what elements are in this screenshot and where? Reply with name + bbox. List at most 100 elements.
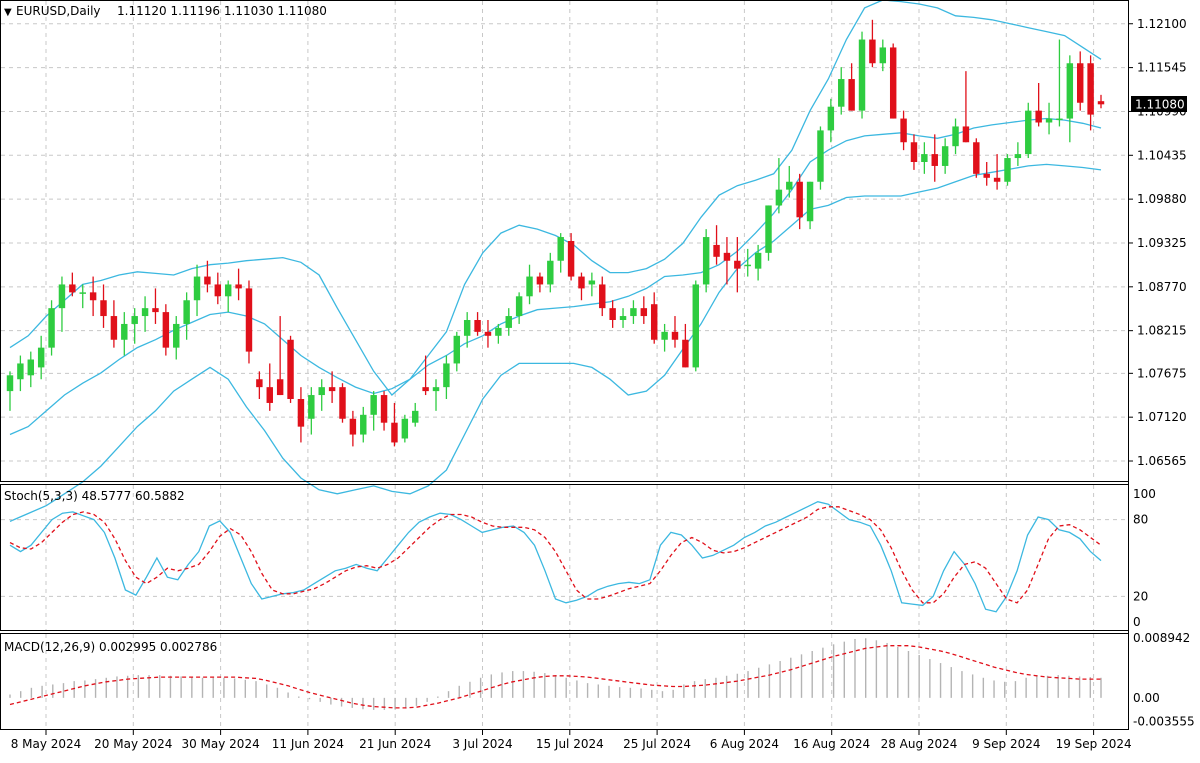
candle-body — [370, 395, 377, 415]
candle-body — [952, 126, 959, 147]
chart-ohlc: 1.11120 1.11196 1.11030 1.11080 — [117, 4, 327, 18]
candle-bullish — [48, 300, 55, 356]
candle-body — [578, 276, 585, 289]
candle-bearish — [889, 43, 897, 119]
price-tick-label: 1.10435 — [1137, 148, 1187, 162]
candle-body — [110, 316, 118, 340]
candle-body — [121, 323, 128, 340]
date-tick-label: 8 May 2024 — [11, 737, 82, 751]
candle-body — [848, 79, 855, 111]
candle-body — [131, 316, 138, 324]
candle-body — [1035, 110, 1042, 123]
candle-bullish — [401, 414, 409, 443]
candle-body — [910, 142, 918, 162]
candle-body — [692, 284, 699, 368]
candle-bullish — [817, 126, 824, 190]
candle-body — [796, 181, 803, 218]
candle-body — [609, 308, 616, 320]
candle-body — [775, 189, 783, 206]
candle-body — [204, 276, 211, 285]
date-tick-label: 20 May 2024 — [94, 737, 172, 751]
candle-body — [48, 308, 55, 348]
candle-body — [879, 47, 887, 64]
candle-body — [838, 79, 845, 107]
price-tick-label: 1.11545 — [1137, 61, 1187, 75]
macd-indicator-label: MACD(12,26,9) 0.002995 0.002786 — [4, 640, 217, 654]
candle-body — [152, 308, 159, 313]
candle-body — [69, 284, 76, 293]
candle-body — [224, 284, 232, 297]
date-tick-label: 16 Aug 2024 — [793, 737, 870, 751]
candle-body — [214, 284, 222, 297]
candle-body — [661, 331, 668, 340]
candle-body — [245, 288, 253, 352]
price-tick-label: 1.12100 — [1137, 17, 1187, 31]
candle-bullish — [692, 280, 699, 372]
candle-body — [744, 264, 751, 267]
candle-body — [806, 181, 814, 222]
date-tick-label: 11 Jun 2024 — [272, 737, 344, 751]
candle-body — [484, 331, 492, 336]
current-price-label: 1.11080 — [1135, 98, 1185, 112]
candle-body — [671, 331, 679, 340]
candle-body — [1076, 63, 1084, 103]
chart-symbol: EURUSD,Daily — [16, 4, 101, 18]
candle-body — [765, 205, 772, 253]
stoch-tick-label: 0 — [1133, 615, 1141, 629]
candle-body — [723, 252, 731, 261]
candle-body — [599, 284, 606, 309]
candle-body — [941, 146, 949, 166]
date-tick-label: 21 Jun 2024 — [359, 737, 431, 751]
price-tick-label: 1.07675 — [1137, 366, 1187, 380]
candle-body — [235, 284, 242, 289]
candle-body — [536, 276, 544, 285]
date-tick-label: 25 Jul 2024 — [623, 737, 691, 751]
candle-body — [1014, 154, 1022, 159]
candle-body — [650, 304, 658, 340]
candle-body — [183, 300, 190, 324]
candle-body — [391, 422, 398, 443]
date-tick-label: 19 Sep 2024 — [1056, 737, 1132, 751]
candle-body — [754, 252, 762, 269]
candle-body — [567, 241, 575, 277]
price-tick-label: 1.09880 — [1137, 192, 1187, 206]
candle-body — [58, 284, 66, 309]
candle-body — [453, 335, 461, 364]
candle-body — [256, 379, 263, 388]
candle-body — [921, 154, 928, 162]
candle-body — [141, 308, 149, 317]
candle-body — [889, 47, 897, 119]
candle-body — [380, 395, 388, 423]
price-tick-label: 1.08770 — [1137, 280, 1187, 294]
candle-body — [193, 276, 201, 301]
candle-body — [734, 260, 741, 269]
candle-bearish — [245, 280, 253, 364]
candle-body — [1087, 63, 1094, 115]
candle-body — [588, 280, 596, 285]
candle-body — [463, 320, 471, 336]
current-price-tag: 1.11080 — [1131, 96, 1187, 112]
candle-bullish — [1004, 154, 1011, 186]
macd-tick-label: 0.00 — [1133, 691, 1160, 705]
date-tick-label: 9 Sep 2024 — [972, 737, 1040, 751]
candle-body — [557, 237, 564, 261]
date-tick-label: 3 Jul 2024 — [452, 737, 512, 751]
date-tick-label: 30 May 2024 — [181, 737, 259, 751]
candle-bearish — [339, 383, 346, 423]
candle-body — [266, 387, 273, 403]
candle-body — [983, 173, 990, 178]
candle-body — [308, 395, 315, 419]
candle-body — [162, 312, 170, 348]
candle-body — [1045, 118, 1053, 123]
candle-body — [339, 387, 346, 419]
header-triangle-icon[interactable]: ▼ — [4, 7, 12, 18]
candle-body — [432, 387, 440, 392]
stoch-tick-label: 80 — [1133, 513, 1148, 527]
candle-body — [173, 323, 180, 348]
macd-tick-label: -0.003555 — [1133, 715, 1195, 729]
candle-body — [1025, 110, 1032, 155]
candle-body — [318, 387, 325, 396]
price-tick-label: 1.07120 — [1137, 410, 1187, 424]
macd-tick-label: 0.008942 — [1133, 631, 1190, 645]
candle-body — [827, 106, 835, 131]
